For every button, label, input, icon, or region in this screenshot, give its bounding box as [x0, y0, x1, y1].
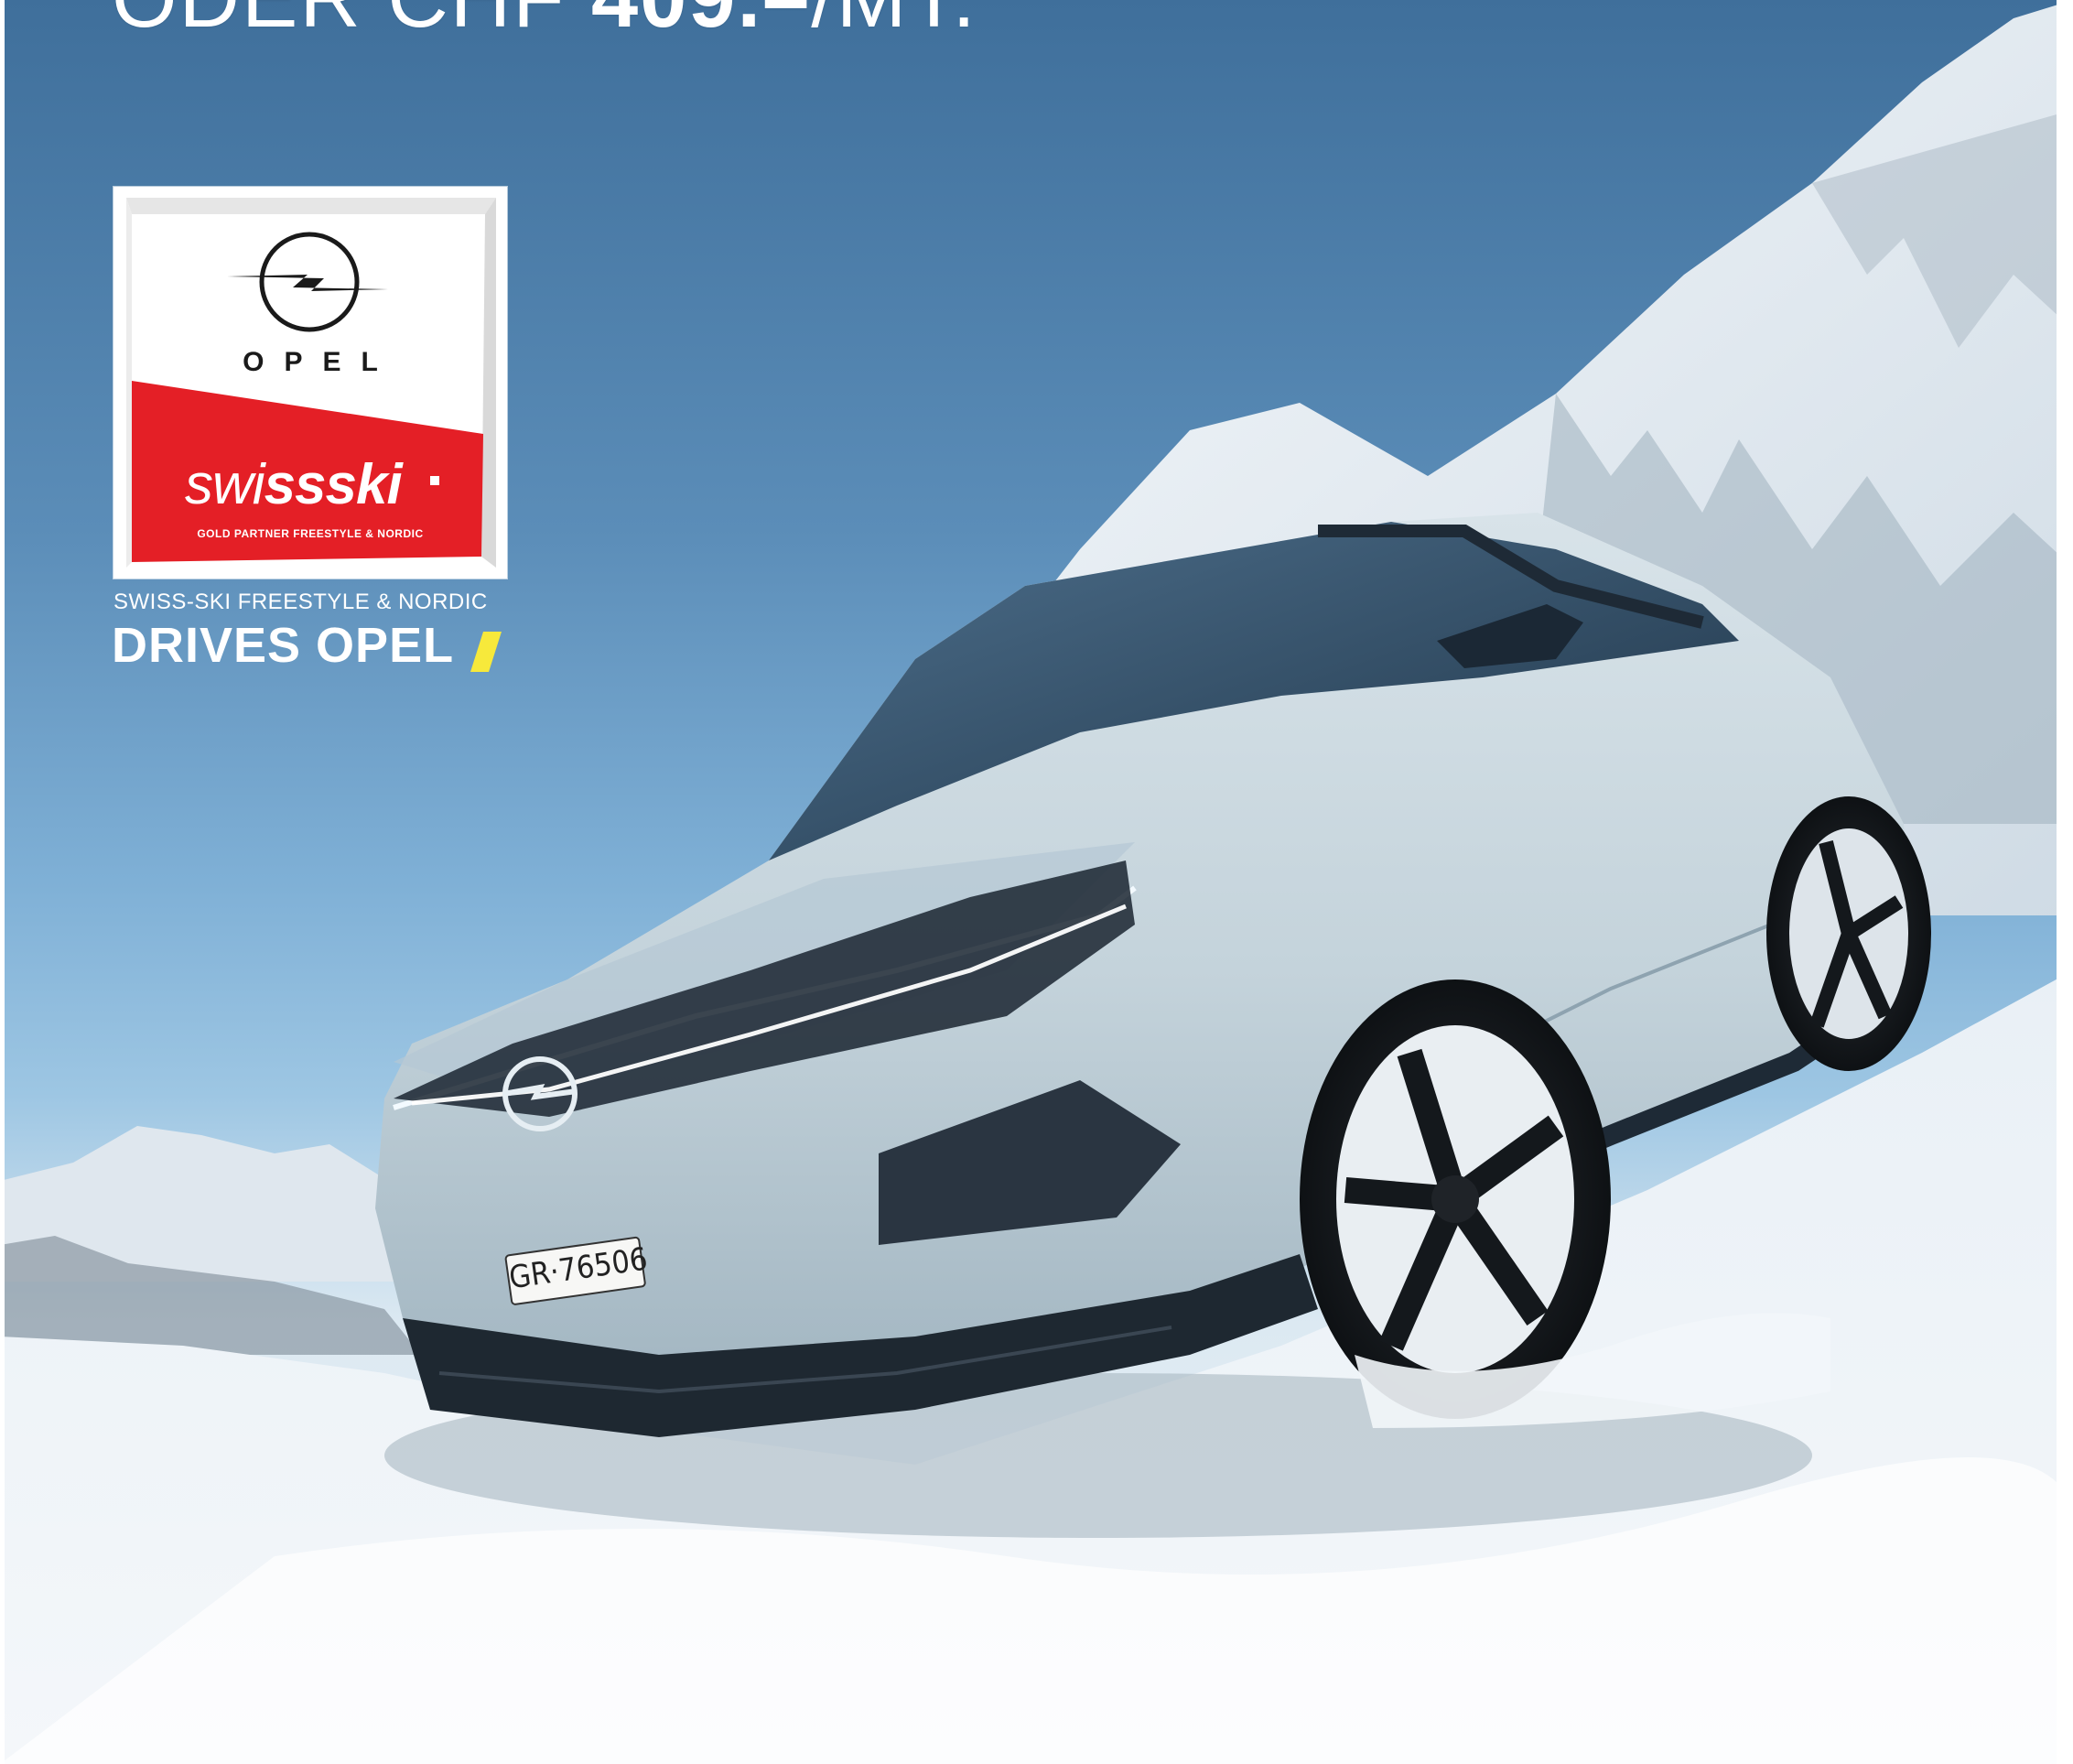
yellow-slash-icon	[470, 632, 502, 672]
swiss-cross-icon	[430, 476, 439, 485]
gold-partner-line: GOLD PARTNER FREESTYLE & NORDIC	[197, 527, 424, 540]
headline-price: 409.–	[591, 0, 811, 45]
badge-graphic	[126, 198, 496, 568]
advertisement: ODER CHF 409.–/MT. OPEL swissski GOLD PA…	[0, 0, 2073, 1764]
swissski-bold: ssski	[264, 453, 403, 516]
right-margin	[2057, 0, 2073, 1764]
left-margin	[0, 0, 5, 1764]
headline-prefix: ODER CHF	[112, 0, 591, 45]
swissski-light: swi	[185, 453, 265, 516]
price-headline: ODER CHF 409.–/MT.	[112, 0, 977, 40]
opel-wordmark: OPEL	[243, 347, 398, 377]
swissski-logo: swissski	[185, 452, 403, 517]
tagline-line1: SWISS-SKI FREESTYLE & NORDIC	[113, 590, 488, 614]
partner-badge: OPEL swissski GOLD PARTNER FREESTYLE & N…	[113, 187, 507, 579]
headline-suffix: /MT.	[811, 0, 977, 45]
tagline-line2: DRIVES OPEL	[112, 618, 455, 673]
